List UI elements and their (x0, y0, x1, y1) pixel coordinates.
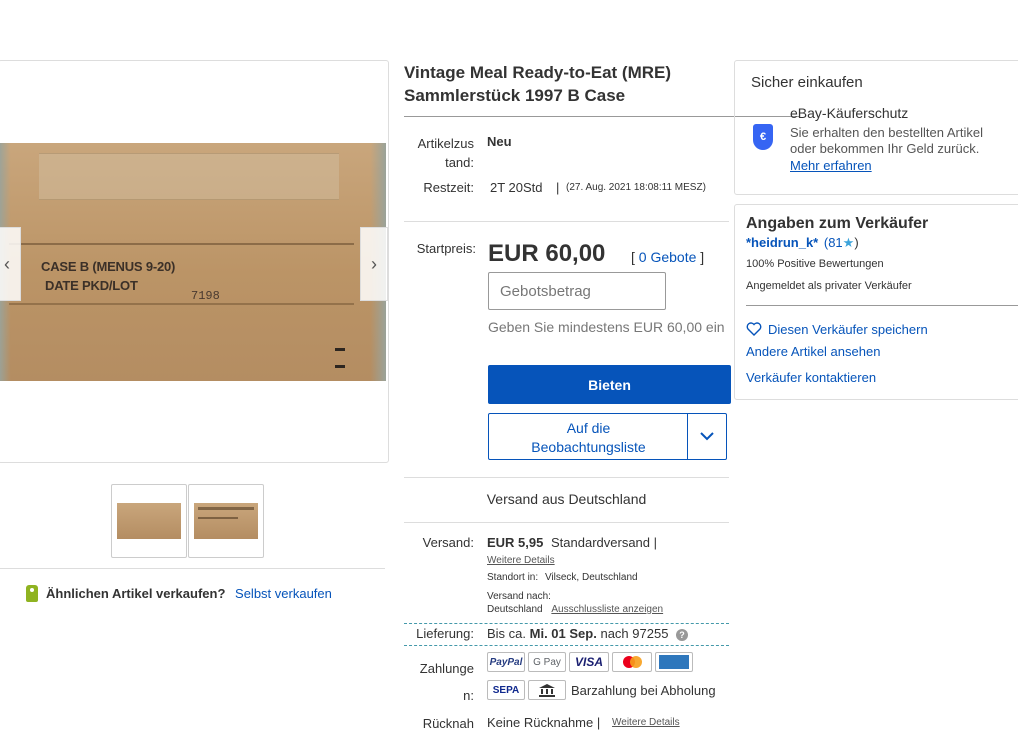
stencil-number: 7198 (191, 289, 220, 303)
product-photo[interactable]: CASE B (MENUS 9-20) DATE PKD/LOT 7198 (0, 143, 386, 381)
previous-image-button[interactable]: ‹ (0, 227, 21, 301)
seller-name-link[interactable]: *heidrun_k* (746, 235, 818, 250)
shipping-label: Versand: (422, 535, 474, 550)
google-pay-icon: G Pay (528, 652, 566, 672)
item-location: Vilseck, Deutschland (544, 572, 638, 583)
buyer-protection-text: Sie erhalten den bestellten Artikel oder… (790, 125, 983, 156)
start-price-label: Startpreis: (416, 241, 476, 256)
stencil-text-1: CASE B (MENUS 9-20) (41, 259, 176, 274)
returns-label: Rücknah (422, 716, 474, 731)
bid-button[interactable]: Bieten (488, 365, 731, 404)
delivery-estimate: Bis ca. Mi. 01 Sep. nach 97255 ? (487, 626, 689, 641)
ship-to-value: Deutschland (487, 604, 543, 615)
time-left-label: Restzeit: (423, 180, 474, 195)
next-image-button[interactable]: › (360, 227, 388, 301)
visa-icon: VISA (569, 652, 609, 672)
heart-icon (746, 322, 762, 336)
ships-from: Versand aus Deutschland (486, 491, 647, 507)
returns-details-link[interactable]: Weitere Details (612, 717, 680, 728)
shipping-price: EUR 5,95 (487, 535, 544, 550)
sell-similar-row: Ähnlichen Artikel verkaufen? Selbst verk… (26, 585, 332, 602)
save-seller-link[interactable]: Diesen Verkäufer speichern (768, 322, 928, 337)
other-items-link[interactable]: Andere Artikel ansehen (746, 344, 880, 359)
positive-feedback: 100% Positive Bewertungen (746, 258, 884, 270)
paypal-icon: PayPal (487, 652, 525, 672)
condition-value: Neu (487, 134, 512, 149)
cash-on-pickup: Barzahlung bei Abholung (571, 683, 716, 698)
sell-similar-question: Ähnlichen Artikel verkaufen? (46, 586, 226, 601)
thumbnail-2[interactable] (188, 484, 264, 558)
thumbnail-1[interactable] (111, 484, 187, 558)
bank-icon (528, 680, 566, 700)
bid-amount-input[interactable]: Gebotsbetrag (488, 272, 666, 310)
time-left-separator: | (556, 180, 560, 195)
watchlist-button[interactable]: Auf die Beobachtungsliste (488, 413, 727, 460)
min-bid-hint: Geben Sie mindestens EUR 60,00 ein (488, 319, 725, 335)
stencil-text-2: DATE PKD/LOT (45, 278, 138, 293)
chevron-down-icon[interactable] (688, 414, 726, 459)
chevron-left-icon: ‹ (4, 253, 10, 274)
mastercard-icon (612, 652, 652, 672)
returns-value: Keine Rücknahme | (487, 715, 601, 730)
american-express-icon (655, 652, 693, 672)
item-title: Vintage Meal Ready-to-Eat (MRE) Sammlers… (404, 63, 672, 105)
delivery-label: Lieferung: (416, 626, 474, 641)
feedback-score-link[interactable]: (81 (824, 235, 843, 250)
sepa-icon: SEPA (487, 680, 525, 700)
price-tag-icon (26, 585, 38, 602)
learn-more-link[interactable]: Mehr erfahren (790, 158, 872, 173)
end-date: (27. Aug. 2021 18:08:11 MESZ) (566, 182, 706, 193)
contact-seller-link[interactable]: Verkäufer kontaktieren (746, 370, 876, 385)
seller-type: Angemeldet als privater Verkäufer (746, 280, 912, 292)
time-left-value: 2T 20Std (490, 180, 543, 195)
condition-label: Artikelzus tand: (417, 136, 474, 170)
image-viewer[interactable]: CASE B (MENUS 9-20) DATE PKD/LOT 7198 ‹ … (0, 60, 389, 463)
shipping-method: Standardversand | (551, 535, 657, 550)
bid-count-link[interactable]: 0 Gebote (639, 249, 697, 265)
ship-to-label: Versand nach: (487, 591, 551, 602)
star-icon: ★ (842, 235, 855, 250)
help-icon[interactable]: ? (676, 629, 689, 641)
save-seller-row[interactable]: Diesen Verkäufer speichern (746, 322, 928, 337)
price: EUR 60,00 (488, 240, 606, 267)
shield-icon: € (753, 124, 773, 150)
sell-yourself-link[interactable]: Selbst verkaufen (235, 586, 332, 601)
seller-info-title: Angaben zum Verkäufer (746, 215, 929, 232)
shipping-details-link[interactable]: Weitere Details (487, 555, 555, 566)
payment-label: Zahlunge n: (419, 661, 474, 703)
exclusion-list-link[interactable]: Ausschlussliste anzeigen (551, 604, 663, 615)
chevron-right-icon: › (371, 253, 377, 274)
buyer-protection-heading: eBay-Käuferschutz (790, 105, 909, 121)
safe-shopping-title: Sicher einkaufen (751, 74, 863, 91)
